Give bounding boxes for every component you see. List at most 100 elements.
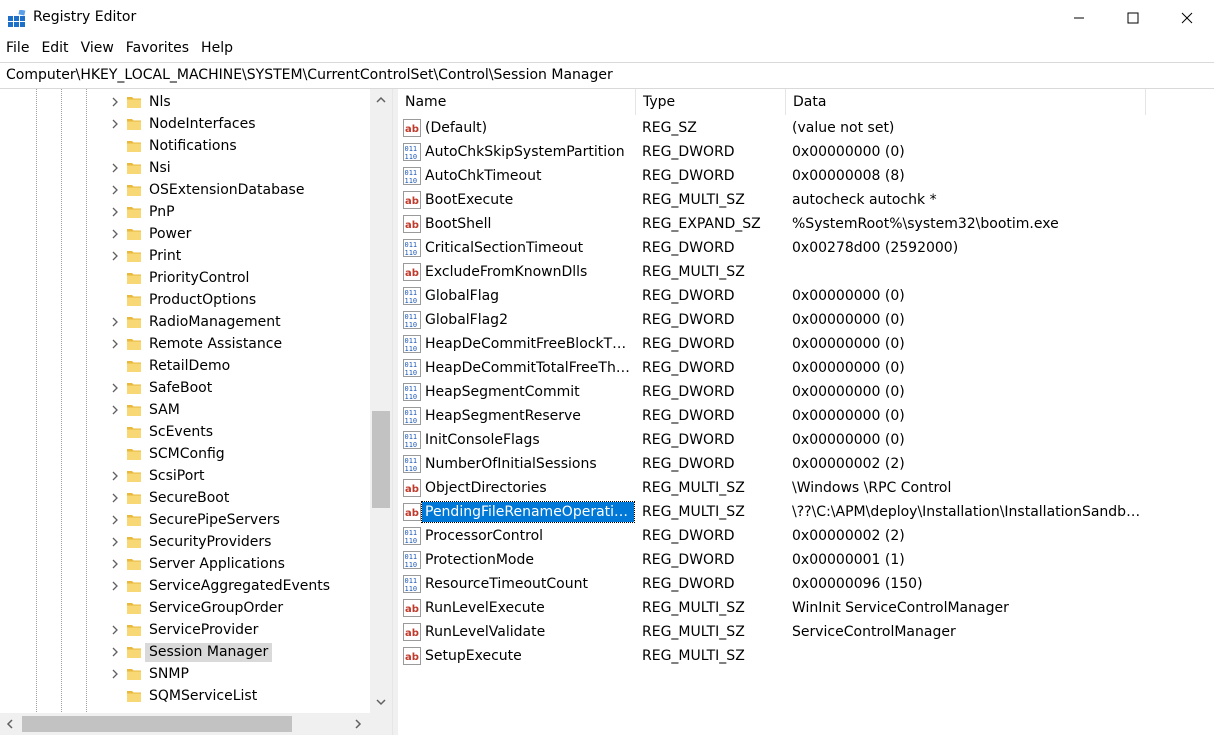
tree-item[interactable]: SQMServiceList	[0, 685, 370, 707]
tree-item[interactable]: SAM	[0, 399, 370, 421]
tree-item[interactable]: RetailDemo	[0, 355, 370, 377]
chevron-right-icon[interactable]	[109, 492, 121, 504]
value-row[interactable]: 011 110 HeapSegmentCommit REG_DWORD 0x000000…	[398, 380, 1198, 404]
tree-item[interactable]: ServiceAggregatedEvents	[0, 575, 370, 597]
menu-help[interactable]: Help	[195, 38, 239, 60]
maximize-button[interactable]	[1106, 0, 1160, 36]
value-row[interactable]: ab BootShell REG_EXPAND_SZ %SystemRoot%\sys…	[398, 212, 1198, 236]
value-row[interactable]: ab BootExecute REG_MULTI_SZ autocheck autoc…	[398, 188, 1198, 212]
tree-item[interactable]: Print	[0, 245, 370, 267]
tree-item[interactable]: Power	[0, 223, 370, 245]
tree-item[interactable]: Remote Assistance	[0, 333, 370, 355]
scroll-left-icon[interactable]	[4, 718, 16, 730]
value-row[interactable]: ab ObjectDirectories REG_MULTI_SZ \Windows …	[398, 476, 1198, 500]
close-button[interactable]	[1160, 0, 1214, 36]
scroll-up-icon[interactable]	[375, 94, 387, 106]
value-row[interactable]: 011 110 ProtectionMode REG_DWORD 0x00000001 …	[398, 548, 1198, 572]
column-header-type[interactable]: Type	[636, 89, 786, 115]
menu-favorites[interactable]: Favorites	[120, 38, 195, 60]
chevron-right-icon[interactable]	[109, 514, 121, 526]
chevron-right-icon[interactable]	[109, 96, 121, 108]
tree-item[interactable]: PnP	[0, 201, 370, 223]
value-row[interactable]: 011 110 NumberOfInitialSessions REG_DWORD 0x…	[398, 452, 1198, 476]
value-type: REG_DWORD	[642, 408, 735, 424]
tree-item[interactable]: Notifications	[0, 135, 370, 157]
chevron-right-icon[interactable]	[109, 118, 121, 130]
value-row[interactable]: 011 110 CriticalSectionTimeout REG_DWORD 0x0…	[398, 236, 1198, 260]
value-row[interactable]: ab RunLevelExecute REG_MULTI_SZ WinInit Ser…	[398, 596, 1198, 620]
chevron-right-icon[interactable]	[109, 668, 121, 680]
tree-item[interactable]: Server Applications	[0, 553, 370, 575]
tree-item[interactable]: PriorityControl	[0, 267, 370, 289]
tree-item[interactable]: Nsi	[0, 157, 370, 179]
tree-item[interactable]: ScEvents	[0, 421, 370, 443]
value-row[interactable]: 011 110 GlobalFlag REG_DWORD 0x00000000 (0)	[398, 284, 1198, 308]
chevron-right-icon[interactable]	[109, 228, 121, 240]
svg-text:110: 110	[405, 465, 418, 473]
chevron-right-icon[interactable]	[109, 580, 121, 592]
tree-item[interactable]: SecurePipeServers	[0, 509, 370, 531]
tree-item-label: ProductOptions	[149, 292, 257, 308]
menu-edit[interactable]: Edit	[35, 38, 74, 60]
tree-item[interactable]: Nls	[0, 91, 370, 113]
svg-text:011: 011	[405, 457, 418, 465]
value-row[interactable]: ab ExcludeFromKnownDlls REG_MULTI_SZ	[398, 260, 1198, 284]
value-row[interactable]: ab (Default) REG_SZ (value not set)	[398, 116, 1198, 140]
value-row[interactable]: ab RunLevelValidate REG_MULTI_SZ ServiceCon…	[398, 620, 1198, 644]
tree-item[interactable]: Session Manager	[0, 641, 370, 663]
value-row[interactable]: 011 110 AutoChkSkipSystemPartition REG_DWOR…	[398, 140, 1198, 164]
value-row[interactable]: 011 110 ResourceTimeoutCount REG_DWORD 0x000…	[398, 572, 1198, 596]
tree-item[interactable]: SNMP	[0, 663, 370, 685]
chevron-right-icon[interactable]	[109, 646, 121, 658]
value-row[interactable]: 011 110 InitConsoleFlags REG_DWORD 0x0000000…	[398, 428, 1198, 452]
tree-item[interactable]: SafeBoot	[0, 377, 370, 399]
chevron-right-icon[interactable]	[109, 250, 121, 262]
column-header-data[interactable]: Data	[786, 89, 1146, 115]
value-row[interactable]: 011 110 GlobalFlag2 REG_DWORD 0x00000000 (0)	[398, 308, 1198, 332]
key-tree: Nls NodeInterfaces Notifications Nsi OSExten…	[0, 89, 392, 735]
chevron-right-icon[interactable]	[109, 558, 121, 570]
chevron-right-icon[interactable]	[109, 404, 121, 416]
value-name: RunLevelValidate	[425, 624, 546, 640]
tree-vscroll-thumb[interactable]	[372, 411, 390, 508]
chevron-right-icon[interactable]	[109, 162, 121, 174]
svg-text:110: 110	[405, 297, 418, 305]
svg-text:011: 011	[405, 337, 418, 345]
scroll-right-icon[interactable]	[352, 718, 364, 730]
tree-item[interactable]: OSExtensionDatabase	[0, 179, 370, 201]
value-row[interactable]: ab PendingFileRenameOperations REG_MULTI_S…	[398, 500, 1198, 524]
tree-item[interactable]: NodeInterfaces	[0, 113, 370, 135]
value-row[interactable]: 011 110 ProcessorControl REG_DWORD 0x0000000…	[398, 524, 1198, 548]
tree-horizontal-scrollbar[interactable]	[0, 713, 370, 735]
chevron-right-icon[interactable]	[109, 206, 121, 218]
chevron-right-icon[interactable]	[109, 536, 121, 548]
tree-item[interactable]: SecureBoot	[0, 487, 370, 509]
tree-item[interactable]: SCMConfig	[0, 443, 370, 465]
tree-item[interactable]: ServiceProvider	[0, 619, 370, 641]
menu-view[interactable]: View	[75, 38, 120, 60]
value-row[interactable]: 011 110 HeapDeCommitTotalFreeThre… REG_DWOR…	[398, 356, 1198, 380]
tree-vertical-scrollbar[interactable]	[370, 89, 392, 719]
minimize-button[interactable]	[1052, 0, 1106, 36]
tree-item[interactable]: ScsiPort	[0, 465, 370, 487]
chevron-right-icon[interactable]	[109, 338, 121, 350]
chevron-right-icon[interactable]	[109, 624, 121, 636]
tree-item[interactable]: ProductOptions	[0, 289, 370, 311]
scroll-down-icon[interactable]	[375, 696, 387, 708]
chevron-right-icon[interactable]	[109, 470, 121, 482]
menu-file[interactable]: File	[0, 38, 35, 60]
tree-hscroll-thumb[interactable]	[22, 716, 292, 732]
value-name: RunLevelExecute	[425, 600, 545, 616]
column-header-name[interactable]: Name	[398, 89, 636, 115]
value-row[interactable]: 011 110 HeapDeCommitFreeBlockThr… REG_DWORD…	[398, 332, 1198, 356]
tree-item[interactable]: ServiceGroupOrder	[0, 597, 370, 619]
address-bar[interactable]: Computer\HKEY_LOCAL_MACHINE\SYSTEM\Curre…	[0, 62, 1214, 89]
tree-item[interactable]: RadioManagement	[0, 311, 370, 333]
chevron-right-icon[interactable]	[109, 316, 121, 328]
value-row[interactable]: ab SetupExecute REG_MULTI_SZ	[398, 644, 1198, 668]
value-row[interactable]: 011 110 HeapSegmentReserve REG_DWORD 0x00000…	[398, 404, 1198, 428]
value-row[interactable]: 011 110 AutoChkTimeout REG_DWORD 0x00000008 …	[398, 164, 1198, 188]
chevron-right-icon[interactable]	[109, 382, 121, 394]
tree-item[interactable]: SecurityProviders	[0, 531, 370, 553]
chevron-right-icon[interactable]	[109, 184, 121, 196]
